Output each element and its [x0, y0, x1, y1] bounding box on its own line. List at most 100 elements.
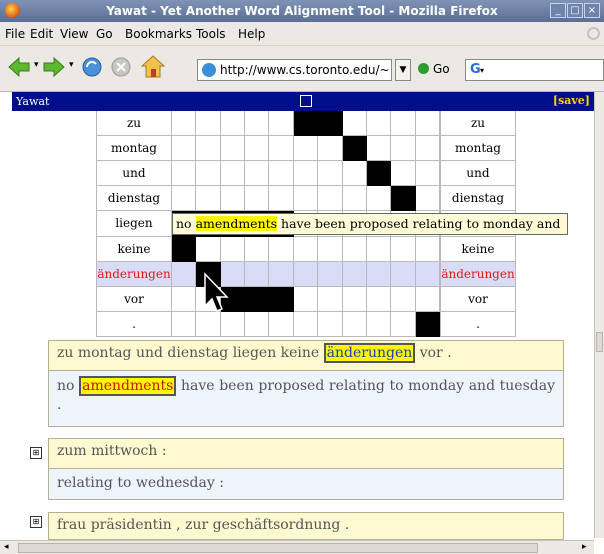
alignment-link[interactable]	[415, 311, 440, 337]
matrix-cell[interactable]	[220, 161, 246, 187]
matrix-cell[interactable]	[415, 261, 440, 287]
matrix-cell[interactable]	[366, 236, 392, 262]
reload-icon[interactable]	[80, 55, 104, 79]
matrix-cell[interactable]	[366, 311, 392, 337]
matrix-cell[interactable]	[391, 261, 416, 287]
matrix-cell[interactable]	[245, 186, 270, 212]
menu-view[interactable]: View	[60, 27, 88, 41]
matrix-cell[interactable]	[415, 136, 440, 162]
menu-go[interactable]: Go	[96, 27, 113, 41]
matrix-cell[interactable]	[342, 311, 367, 337]
matrix-cell[interactable]	[196, 111, 221, 137]
home-icon[interactable]	[140, 54, 166, 80]
matrix-cell[interactable]	[342, 161, 367, 187]
matrix-cell[interactable]	[172, 261, 197, 287]
right-row-label[interactable]: dienstag	[440, 186, 516, 212]
left-row-label[interactable]: dienstag	[96, 186, 172, 212]
source-sentence[interactable]: zum mittwoch :	[48, 438, 564, 469]
url-field[interactable]: http://www.cs.toronto.edu/~	[197, 59, 392, 81]
matrix-cell[interactable]	[196, 161, 221, 187]
matrix-cell[interactable]	[366, 186, 392, 212]
stop-icon[interactable]	[110, 56, 132, 78]
matrix-cell[interactable]	[172, 286, 197, 312]
matrix-cell[interactable]	[269, 311, 294, 337]
left-row-label[interactable]: keine	[96, 236, 172, 262]
vertical-scrollbar[interactable]	[594, 92, 604, 538]
alignment-link[interactable]	[391, 186, 416, 212]
matrix-cell[interactable]	[196, 311, 221, 337]
matrix-cell[interactable]	[196, 136, 221, 162]
matrix-cell[interactable]	[391, 311, 416, 337]
matrix-cell[interactable]	[342, 186, 367, 212]
source-highlight-word[interactable]: änderungen	[323, 343, 416, 363]
back-dropdown-icon[interactable]: ▾	[34, 60, 39, 70]
save-button[interactable]: [save]	[553, 94, 590, 107]
matrix-cell[interactable]	[196, 236, 221, 262]
left-row-label[interactable]: zu	[96, 111, 172, 137]
horizontal-scroll-thumb[interactable]	[18, 543, 538, 553]
matrix-cell[interactable]	[415, 186, 440, 212]
matrix-cell[interactable]	[415, 161, 440, 187]
alignment-link[interactable]	[172, 236, 197, 262]
matrix-cell[interactable]	[293, 311, 319, 337]
matrix-cell[interactable]	[172, 161, 197, 187]
matrix-cell[interactable]	[293, 236, 319, 262]
matrix-cell[interactable]	[220, 236, 246, 262]
source-sentence[interactable]: zu montag und dienstag liegen keine ände…	[48, 340, 564, 371]
right-row-label[interactable]: änderungen	[440, 261, 516, 287]
alignment-link[interactable]	[293, 111, 319, 137]
right-row-label[interactable]: zu	[440, 111, 516, 137]
matrix-cell[interactable]	[366, 136, 392, 162]
menu-tools[interactable]: Tools	[196, 27, 226, 41]
right-row-label[interactable]: montag	[440, 136, 516, 162]
layout-toggle-icon[interactable]	[300, 95, 312, 107]
menu-help[interactable]: Help	[238, 27, 265, 41]
matrix-cell[interactable]	[172, 111, 197, 137]
matrix-cell[interactable]	[318, 311, 343, 337]
search-input[interactable]: G ▾	[465, 59, 604, 81]
right-row-label[interactable]: keine	[440, 236, 516, 262]
matrix-cell[interactable]	[342, 286, 367, 312]
matrix-cell[interactable]	[269, 136, 294, 162]
expand-toggle-icon[interactable]: ⊞	[30, 447, 42, 459]
source-sentence[interactable]: frau präsidentin , zur geschäftsordnung …	[48, 512, 564, 540]
matrix-cell[interactable]	[172, 186, 197, 212]
matrix-cell[interactable]	[220, 311, 246, 337]
right-row-label[interactable]: .	[440, 311, 516, 337]
matrix-cell[interactable]	[415, 286, 440, 312]
matrix-cell[interactable]	[269, 236, 294, 262]
matrix-cell[interactable]	[245, 111, 270, 137]
close-icon[interactable]: ×	[584, 3, 600, 18]
left-row-label[interactable]: und	[96, 161, 172, 187]
matrix-cell[interactable]	[172, 136, 197, 162]
alignment-link[interactable]	[269, 286, 294, 312]
alignment-link[interactable]	[342, 136, 367, 162]
matrix-cell[interactable]	[245, 311, 270, 337]
matrix-cell[interactable]	[220, 111, 246, 137]
matrix-cell[interactable]	[269, 261, 294, 287]
matrix-cell[interactable]	[293, 136, 319, 162]
matrix-cell[interactable]	[245, 261, 270, 287]
matrix-cell[interactable]	[196, 186, 221, 212]
maximize-icon[interactable]: □	[567, 3, 583, 18]
matrix-cell[interactable]	[366, 261, 392, 287]
matrix-cell[interactable]	[415, 236, 440, 262]
target-sentence[interactable]: no amendments have been proposed relatin…	[48, 371, 564, 427]
matrix-cell[interactable]	[245, 161, 270, 187]
matrix-cell[interactable]	[293, 286, 319, 312]
alignment-link[interactable]	[245, 286, 270, 312]
matrix-cell[interactable]	[220, 186, 246, 212]
left-row-label[interactable]: vor	[96, 286, 172, 312]
expand-toggle-icon[interactable]: ⊞	[30, 516, 42, 528]
go-button[interactable]: Go	[418, 62, 450, 76]
forward-icon[interactable]	[43, 56, 65, 78]
matrix-cell[interactable]	[172, 311, 197, 337]
left-row-label[interactable]: montag	[96, 136, 172, 162]
matrix-cell[interactable]	[318, 286, 343, 312]
matrix-cell[interactable]	[342, 111, 367, 137]
matrix-cell[interactable]	[366, 286, 392, 312]
matrix-cell[interactable]	[245, 136, 270, 162]
matrix-cell[interactable]	[391, 286, 416, 312]
matrix-cell[interactable]	[318, 161, 343, 187]
url-dropdown-icon[interactable]: ▼	[395, 59, 411, 81]
